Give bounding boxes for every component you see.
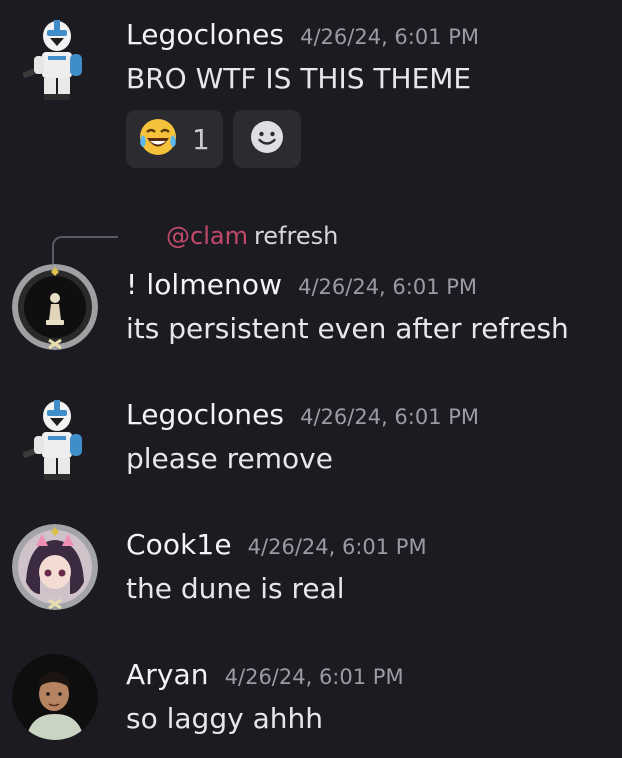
username[interactable]: Legoclones [126, 18, 284, 51]
avatar[interactable] [12, 654, 98, 740]
avatar[interactable] [12, 524, 98, 610]
add-reaction-button[interactable] [233, 110, 301, 168]
reactions-bar: 1 [126, 110, 301, 168]
clone-trooper-icon [22, 20, 82, 100]
reply-connector [52, 236, 118, 264]
chat-log: Legoclones 4/26/24, 6:01 PM BRO WTF IS T… [0, 0, 622, 758]
reply-text: refresh [253, 222, 339, 250]
clone-trooper-icon [22, 400, 82, 480]
username[interactable]: Cook1e [126, 528, 232, 561]
timestamp[interactable]: 4/26/24, 6:01 PM [300, 25, 479, 49]
timestamp[interactable]: 4/26/24, 6:01 PM [225, 665, 404, 689]
message-content: please remove [126, 442, 333, 475]
avatar[interactable] [12, 264, 98, 350]
timestamp[interactable]: 4/26/24, 6:01 PM [298, 275, 477, 299]
username[interactable]: Aryan [126, 658, 209, 691]
person-photo-icon [12, 654, 98, 740]
username[interactable]: ! lolmenow [126, 268, 282, 301]
avatar[interactable] [20, 396, 92, 482]
laughing-crying-emoji-icon [138, 117, 178, 161]
reaction-count: 1 [192, 122, 210, 156]
timestamp[interactable]: 4/26/24, 6:01 PM [300, 405, 479, 429]
message-content: the dune is real [126, 572, 345, 605]
reply-preview[interactable]: @clam refresh [166, 222, 338, 250]
message-content: BRO WTF IS THIS THEME [126, 62, 472, 95]
message-content: so laggy ahhh [126, 702, 323, 735]
chess-pawn-icon [12, 264, 98, 350]
anime-girl-icon [12, 524, 98, 610]
username[interactable]: Legoclones [126, 398, 284, 431]
reaction-laughing[interactable]: 1 [126, 110, 223, 168]
reply-mention[interactable]: @clam [166, 222, 248, 250]
add-reaction-smiley-icon [250, 120, 284, 158]
avatar[interactable] [20, 16, 92, 102]
message-content: its persistent even after refresh [126, 312, 569, 345]
timestamp[interactable]: 4/26/24, 6:01 PM [248, 535, 427, 559]
